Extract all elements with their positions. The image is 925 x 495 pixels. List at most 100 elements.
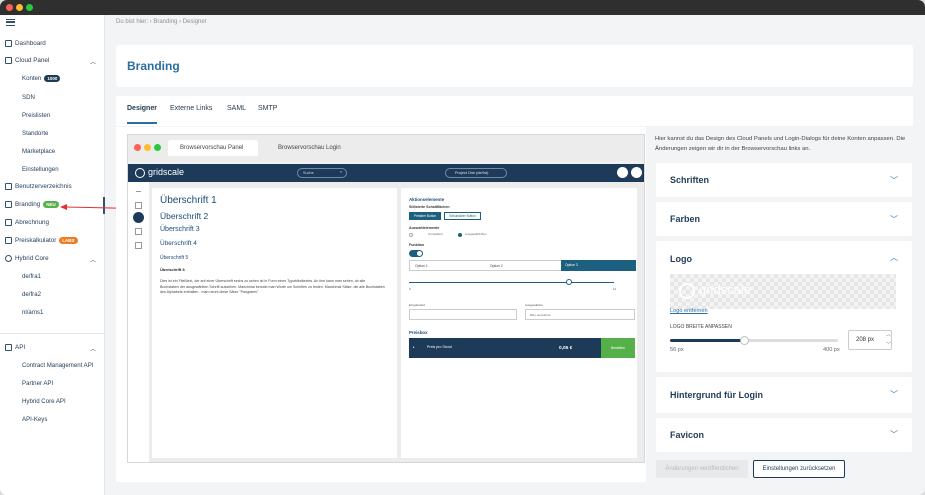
typography-panel: Überschrift 1 Überschrift 2 Überschrift …: [152, 188, 397, 458]
logo-text: gridscale: [699, 282, 752, 297]
slider-min: 0: [409, 287, 411, 291]
help-icon[interactable]: [617, 167, 628, 178]
chevron-up-icon[interactable]: ︿: [890, 252, 898, 263]
accordion-farben[interactable]: Farben ﹀: [656, 202, 912, 236]
slider-min-label: 56 px: [670, 347, 684, 353]
minimize-window-button[interactable]: [16, 4, 23, 11]
primary-button[interactable]: Primärer Button: [409, 212, 441, 220]
preview-dot: [144, 144, 151, 151]
sidebar-item-nl-ams1[interactable]: nl/ams1: [22, 309, 43, 316]
preview-nav-icon: [135, 228, 142, 235]
preview-select[interactable]: Bitte auswählen: [525, 309, 635, 320]
preview-tabs: Browservorschau Panel Browservorschau Lo…: [128, 135, 644, 161]
sidebar-item-einstellungen[interactable]: Einstellungen: [22, 166, 59, 173]
sidebar-item-preislisten[interactable]: Preislisten: [22, 112, 50, 119]
chevron-up-icon[interactable]: ︿: [90, 255, 96, 264]
accordion-favicon[interactable]: Favicon ﹀: [656, 418, 912, 452]
accordion-hintergrund[interactable]: Hintergrund für Login ﹀: [656, 377, 912, 413]
accordion-title: Schriften: [670, 175, 710, 185]
radio-unchecked[interactable]: [409, 233, 413, 237]
sidebar-item-contract-api[interactable]: Contract Management API: [22, 362, 93, 369]
stepper-up-icon[interactable]: ︿: [886, 331, 891, 338]
option-1[interactable]: Option 1: [415, 264, 428, 268]
chevron-up-icon[interactable]: ︿: [90, 57, 96, 66]
expand-icon[interactable]: ▸: [413, 345, 415, 349]
sidebar-item-branding[interactable]: Branding NEU: [5, 201, 59, 208]
sidebar-item-hybrid-core[interactable]: Hybrid Core: [5, 255, 49, 262]
search-icon: ⌕: [339, 170, 342, 174]
title-bar: [0, 0, 925, 15]
slider-thumb[interactable]: [739, 336, 749, 345]
preview-dashboard-icon: [135, 202, 142, 209]
sidebar-item-label: Hybrid Core: [15, 255, 49, 262]
tab-externe-links[interactable]: Externe Links: [170, 105, 212, 112]
sidebar-item-marketplace[interactable]: Marketplace: [22, 148, 55, 155]
reset-button[interactable]: Einstellungen zurücksetzen: [753, 460, 845, 478]
globe-icon: [5, 255, 12, 262]
tab-preview-panel[interactable]: Browservorschau Panel: [168, 140, 258, 156]
tab-label: Browservorschau Panel: [180, 145, 244, 151]
stepper-down-icon[interactable]: ﹀: [886, 341, 891, 348]
remove-logo-link[interactable]: Logo entfernen: [670, 308, 708, 314]
active-tab-indicator: [127, 122, 157, 124]
order-button[interactable]: Bestellen: [601, 338, 635, 358]
actions-title: Aktionselemente: [409, 197, 445, 202]
search-placeholder: Suche: [303, 171, 314, 175]
chevron-up-icon[interactable]: ︿: [90, 344, 96, 353]
billing-icon: [5, 219, 12, 226]
toggle-switch[interactable]: [409, 250, 423, 257]
sidebar-item-label: Contract Management API: [22, 362, 94, 369]
sidebar-item-de-fra1[interactable]: de/fra1: [22, 273, 41, 280]
heading-5: Überschrift 5: [160, 255, 189, 261]
range-slider[interactable]: [409, 282, 614, 283]
sidebar-item-sdn[interactable]: SDN: [22, 94, 35, 101]
sidebar-item-dashboard[interactable]: Dashboard: [5, 40, 46, 47]
sidebar-item-abrechnung[interactable]: Abrechnung: [5, 219, 49, 226]
sidebar-item-label: SDN: [22, 94, 35, 101]
sidebar-item-standorte[interactable]: Standorte: [22, 130, 48, 137]
sidebar-item-api-keys[interactable]: API-Keys: [22, 416, 47, 423]
menu-icon[interactable]: [6, 19, 15, 26]
radio-checked[interactable]: [458, 233, 462, 237]
chevron-down-icon[interactable]: ﹀: [890, 429, 898, 440]
option-2[interactable]: Option 2: [490, 264, 503, 268]
logo-width-slider[interactable]: [670, 336, 838, 345]
tab-preview-login[interactable]: Browservorschau Login: [266, 140, 366, 156]
sidebar-item-benutzerverzeichnis[interactable]: Benutzerverzeichnis: [5, 183, 72, 190]
chevron-down-icon[interactable]: ﹀: [890, 389, 898, 400]
close-window-button[interactable]: [6, 4, 13, 11]
accordion-title[interactable]: Logo: [670, 254, 692, 264]
user-icon[interactable]: [631, 167, 642, 178]
secondary-button[interactable]: Sekundärer Button: [444, 212, 481, 220]
sidebar-item-partner-api[interactable]: Partner API: [22, 380, 53, 387]
accordion-schriften[interactable]: Schriften ﹀: [656, 163, 912, 197]
preview-search-input[interactable]: Suche ⌕: [297, 168, 347, 178]
sidebar-item-label: Benutzerverzeichnis: [15, 183, 72, 190]
tab-designer[interactable]: Designer: [127, 105, 157, 112]
preview-project-select[interactable]: Project One (de/fra): [445, 168, 507, 178]
divider: [0, 333, 104, 334]
tab-saml[interactable]: SAML: [227, 105, 246, 112]
sidebar-item-de-fra2[interactable]: de/fra2: [22, 291, 41, 298]
maximize-window-button[interactable]: [26, 4, 33, 11]
sidebar-item-cloud-panel[interactable]: Cloud Panel: [5, 57, 49, 64]
preview-dot: [134, 144, 141, 151]
input-label: Eingabefeld: [409, 303, 425, 307]
preview-sidebar: [128, 182, 149, 462]
gridscale-logo-icon: [679, 283, 695, 299]
browser-preview: Browservorschau Panel Browservorschau Lo…: [127, 134, 645, 463]
preview-input[interactable]: [409, 309, 517, 320]
tab-smtp[interactable]: SMTP: [258, 105, 277, 112]
sidebar-item-hybrid-core-api[interactable]: Hybrid Core API: [22, 398, 66, 405]
dashboard-icon: [5, 40, 12, 47]
sidebar-item-konten[interactable]: Konten 1000: [22, 75, 61, 82]
sidebar-item-preiskalkulator[interactable]: Preiskalkulator LABS: [5, 237, 78, 244]
publish-button[interactable]: Änderungen veröffentlichen: [656, 460, 748, 478]
sidebar-item-api[interactable]: API: [5, 344, 25, 351]
new-badge: NEU: [43, 201, 59, 208]
sidebar-item-label: Abrechnung: [15, 219, 49, 226]
option-3[interactable]: Option 3: [561, 260, 636, 271]
chevron-down-icon[interactable]: ﹀: [890, 214, 898, 225]
range-slider-thumb[interactable]: [566, 279, 572, 285]
chevron-down-icon[interactable]: ﹀: [890, 175, 898, 186]
